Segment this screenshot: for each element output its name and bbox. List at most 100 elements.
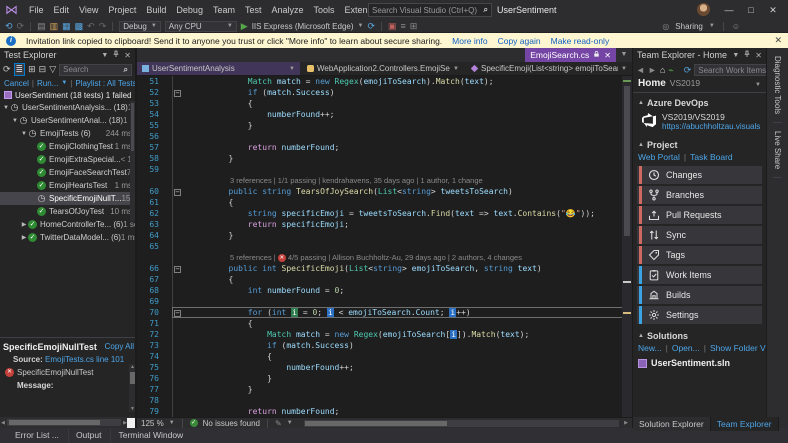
breadcrumb-method[interactable]: SpecificEmoji(List<string> emojiToSearch… xyxy=(466,62,632,75)
project-item-changes[interactable]: Changes xyxy=(637,166,762,184)
code-line[interactable]: 55 } xyxy=(137,120,632,131)
code-line[interactable]: 52− if (match.Success) xyxy=(137,87,632,98)
test-tree-item[interactable]: EmojiHeartsTest1 ms xyxy=(0,179,135,192)
account-url-link[interactable]: https://abuchholtzau.visualstudio... xyxy=(662,122,760,131)
redo-icon[interactable] xyxy=(99,20,107,32)
web-portal-link[interactable]: Web Portal xyxy=(638,152,680,162)
code-line[interactable]: 54 numberFound++; xyxy=(137,109,632,120)
copy-again-link[interactable]: Copy again xyxy=(498,36,541,46)
bottom-tab-terminal-window[interactable]: Terminal Window xyxy=(110,428,190,443)
project-section-header[interactable]: Project xyxy=(633,135,766,152)
solution-configuration-dropdown[interactable]: Debug xyxy=(119,21,161,32)
run-target-label[interactable]: IIS Express (Microsoft Edge) xyxy=(252,22,354,31)
project-item-builds[interactable]: Builds xyxy=(637,286,762,304)
expander-icon[interactable] xyxy=(20,221,28,228)
chevron-down-icon[interactable] xyxy=(61,80,67,86)
code-line[interactable]: 79 return numberFound; xyxy=(137,406,632,417)
solutions-section-header[interactable]: Solutions xyxy=(633,326,766,343)
editor-horizontal-scrollbar[interactable] xyxy=(304,420,619,427)
code-line[interactable]: 70− for (int i = 0; i < emojiToSearch.Co… xyxy=(137,307,632,318)
new-solution-link[interactable]: New... xyxy=(638,343,662,353)
fold-collapse-icon[interactable]: − xyxy=(174,90,181,97)
code-line[interactable]: 75 numberFound++; xyxy=(137,362,632,373)
code-line[interactable]: 69 xyxy=(137,296,632,307)
menu-item-test[interactable]: Test xyxy=(240,0,267,20)
more-info-link[interactable]: More info xyxy=(452,36,487,46)
edit-mode-icon[interactable] xyxy=(275,419,282,428)
pin-icon[interactable] xyxy=(743,50,751,60)
bottom-tab-output[interactable]: Output xyxy=(68,428,109,443)
close-icon[interactable] xyxy=(755,51,762,60)
code-line[interactable]: 77 } xyxy=(137,384,632,395)
hierarchy-view-icon[interactable] xyxy=(14,63,26,76)
test-tree-item[interactable]: HomeControllerTe... (6)1 sec xyxy=(0,218,135,231)
project-item-pull-requests[interactable]: Pull Requests xyxy=(637,206,762,224)
test-tree-item[interactable]: EmojiClothingTest1 ms xyxy=(0,140,135,153)
chevron-down-icon[interactable] xyxy=(358,23,364,29)
code-line[interactable]: 67 { xyxy=(137,274,632,285)
refresh-icon[interactable] xyxy=(367,20,375,32)
open-file-icon[interactable] xyxy=(50,20,59,32)
show-folder-view-link[interactable]: Show Folder View xyxy=(710,343,766,353)
chevron-down-icon[interactable] xyxy=(287,420,293,426)
open-documents-dropdown-icon[interactable] xyxy=(616,48,632,62)
code-line[interactable]: 60− public string TearsOfJoySearch(List<… xyxy=(137,186,632,197)
menu-item-build[interactable]: Build xyxy=(141,0,171,20)
code-line[interactable]: 63 return specificEmoji; xyxy=(137,219,632,230)
project-item-tags[interactable]: Tags xyxy=(637,246,762,264)
save-icon[interactable] xyxy=(62,20,71,32)
fold-collapse-icon[interactable]: − xyxy=(174,310,181,317)
feedback-icon[interactable] xyxy=(732,22,740,31)
code-line[interactable]: 71 { xyxy=(137,318,632,329)
chevron-down-icon[interactable] xyxy=(709,23,715,29)
connect-icon[interactable] xyxy=(668,65,673,76)
expander-icon[interactable] xyxy=(2,105,10,111)
scroll-left-icon[interactable] xyxy=(0,420,5,426)
codelens-row[interactable]: 3 references | 1/1 passing | kendrahaven… xyxy=(137,175,632,186)
menu-item-debug[interactable]: Debug xyxy=(171,0,208,20)
test-tree-item[interactable]: EmojiFaceSearchTest77 ms xyxy=(0,166,135,179)
code-line[interactable]: 59 xyxy=(137,164,632,175)
home-icon[interactable] xyxy=(660,65,665,75)
expander-icon[interactable] xyxy=(20,234,28,241)
solution-item[interactable]: UserSentiment.sln xyxy=(633,356,766,370)
menu-item-tools[interactable]: Tools xyxy=(309,0,340,20)
navigate-back-icon[interactable] xyxy=(636,65,645,75)
filter-icon[interactable] xyxy=(49,64,56,75)
close-tab-icon[interactable] xyxy=(604,51,611,60)
source-link[interactable]: EmojiTests.cs line 101 xyxy=(45,355,124,364)
layout-icon[interactable] xyxy=(39,64,47,75)
breadcrumb-project[interactable]: UserSentimentAnalysis xyxy=(137,62,300,75)
editor-vertical-scrollbar[interactable] xyxy=(622,76,632,417)
dismiss-notification-icon[interactable] xyxy=(774,35,782,46)
navigate-forward-icon[interactable] xyxy=(17,20,25,32)
fold-collapse-icon[interactable]: − xyxy=(174,266,181,273)
code-line[interactable]: 72 Match match = new Regex(emojiToSearch… xyxy=(137,329,632,340)
menu-item-view[interactable]: View xyxy=(74,0,103,20)
code-line[interactable]: 57 return numberFound; xyxy=(137,142,632,153)
menu-item-team[interactable]: Team xyxy=(208,0,240,20)
code-line[interactable]: 61 { xyxy=(137,197,632,208)
navigate-back-icon[interactable] xyxy=(5,20,13,32)
code-line[interactable]: 66− public int SpecificEmoji(List<string… xyxy=(137,263,632,274)
undo-icon[interactable] xyxy=(87,20,95,32)
hot-reload-icon[interactable] xyxy=(388,20,397,32)
chevron-down-icon[interactable] xyxy=(755,82,761,88)
code-area[interactable]: 51 Match match = new Regex(emojiToSearch… xyxy=(137,76,632,417)
close-icon[interactable] xyxy=(762,0,784,20)
test-tree-item[interactable]: UserSentimentAnal... (18)1 sec xyxy=(0,114,135,127)
zoom-level[interactable]: 125 % xyxy=(141,419,164,428)
scroll-right-icon[interactable] xyxy=(624,420,628,426)
code-line[interactable]: 51 Match match = new Regex(emojiToSearch… xyxy=(137,76,632,87)
test-tree-item[interactable]: SpecificEmojiNullT...153 ms xyxy=(0,192,135,205)
expander-icon[interactable] xyxy=(11,118,19,124)
code-line[interactable]: 76 } xyxy=(137,373,632,384)
make-read-only-link[interactable]: Make read-only xyxy=(551,36,610,46)
code-line[interactable]: 62 string specificEmoji = tweetsToSearch… xyxy=(137,208,632,219)
bottom-tab-error-list-[interactable]: Error List ... xyxy=(8,428,66,443)
group-by-icon[interactable] xyxy=(28,64,36,75)
detail-scrollbar[interactable] xyxy=(129,364,136,412)
tab-live-share[interactable]: Live Share xyxy=(773,123,782,178)
codelens-row[interactable]: 5 references | ✕ 4/5 passing | Allison B… xyxy=(137,252,632,263)
menu-item-analyze[interactable]: Analyze xyxy=(266,0,308,20)
